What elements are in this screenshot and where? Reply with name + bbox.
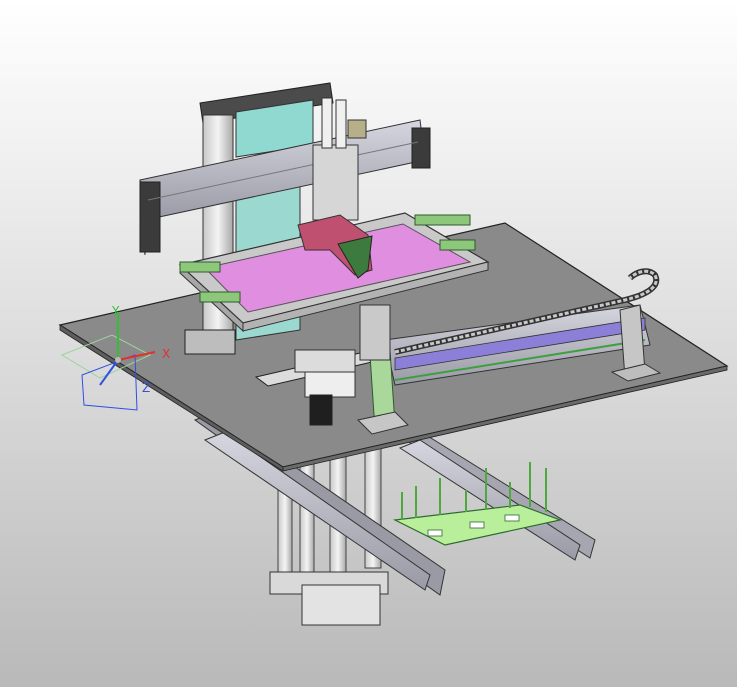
assembly-model[interactable]: Y X Z [0, 0, 737, 687]
axis-z-label: Z [142, 381, 150, 395]
axis-y-label: Y [111, 304, 120, 318]
print-head-carriage[interactable] [312, 97, 367, 221]
cad-3d-viewport[interactable]: Y X Z [0, 0, 737, 687]
axis-x-label: X [162, 347, 170, 361]
